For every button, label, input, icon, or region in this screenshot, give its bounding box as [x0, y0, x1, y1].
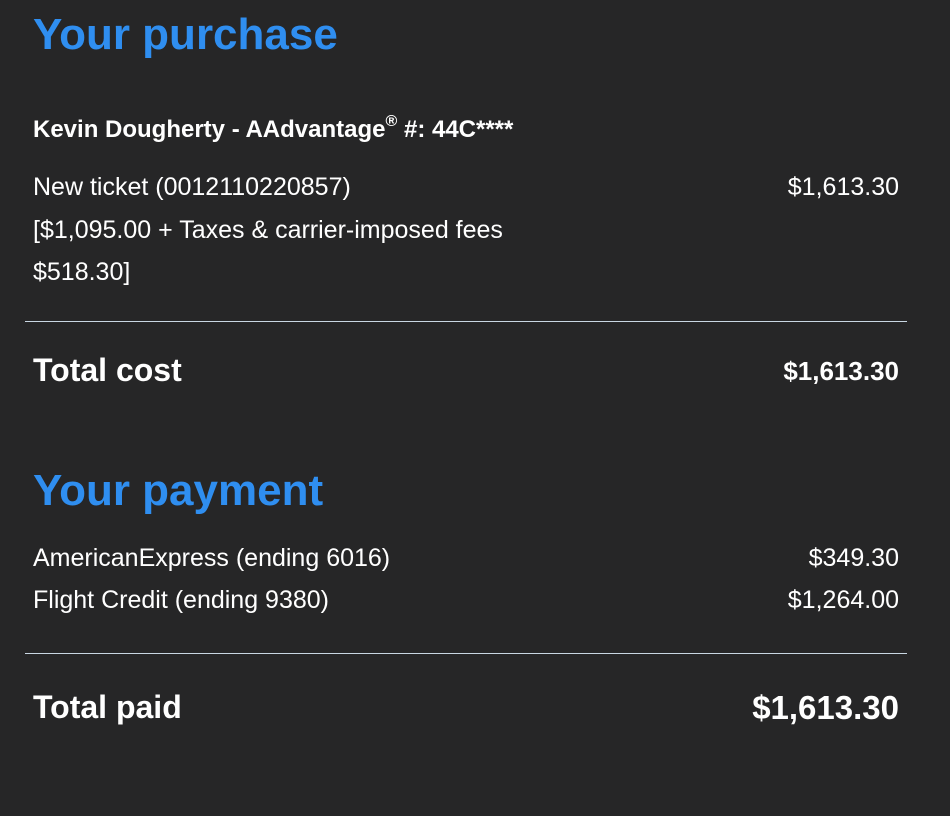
payment-method-amount: $349.30 [808, 544, 899, 572]
ticket-description: New ticket (0012110220857) [33, 173, 351, 201]
total-paid-amount: $1,613.30 [752, 689, 899, 726]
purchase-heading: Your purchase [33, 10, 338, 59]
ticket-amount: $1,613.30 [787, 173, 899, 201]
ticket-fare-breakdown: [$1,095.00 + Taxes & carrier-imposed fee… [33, 216, 503, 244]
registered-mark: ® [385, 113, 398, 130]
passenger-line: Kevin Dougherty - AAdvantage® #: 44C**** [33, 113, 514, 145]
divider [25, 653, 907, 654]
payment-heading: Your payment [33, 466, 324, 515]
passenger-name: Kevin Dougherty - AAdvantage [33, 116, 386, 143]
ticket-fees-amount: $518.30] [33, 258, 131, 286]
receipt-panel: Your purchase Kevin Dougherty - AAdvanta… [0, 0, 950, 816]
payment-method-label: Flight Credit (ending 9380) [33, 586, 329, 614]
payment-method-label: AmericanExpress (ending 6016) [33, 544, 391, 572]
total-cost-label: Total cost [33, 352, 182, 388]
total-paid-label: Total paid [33, 689, 182, 725]
passenger-number: #: 44C**** [397, 116, 514, 143]
divider [25, 321, 907, 322]
total-cost-amount: $1,613.30 [783, 356, 899, 386]
payment-method-amount: $1,264.00 [787, 586, 899, 614]
